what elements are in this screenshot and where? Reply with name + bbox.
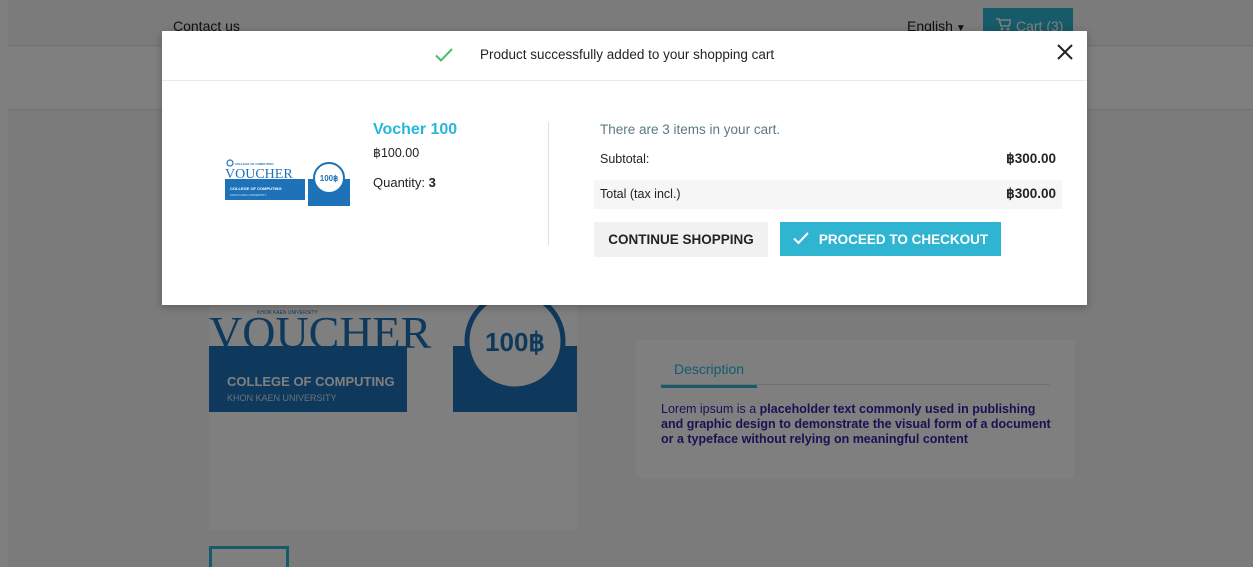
modal-voucher-caption: KHON KAEN UNIVERSITY	[230, 193, 267, 197]
quantity-label: Quantity:	[373, 175, 426, 190]
modal-product-image: COLLEGE OF COMPUTING VOUCHER COLLEGE OF …	[225, 159, 350, 207]
subtotal-row: Subtotal: ฿300.00	[594, 145, 1062, 172]
subtotal-label: Subtotal:	[600, 152, 650, 166]
quantity-value: 3	[428, 175, 436, 190]
modal-divider	[548, 122, 549, 245]
total-label: Total (tax incl.)	[600, 187, 681, 201]
total-value: ฿300.00	[1006, 186, 1056, 201]
modal-header: Product successfully added to your shopp…	[162, 31, 1087, 81]
modal-voucher-subtitle: COLLEGE OF COMPUTING	[230, 186, 282, 191]
proceed-to-checkout-button[interactable]: PROCEED TO CHECKOUT	[780, 222, 1001, 256]
cart-count-text: There are 3 items in your cart.	[600, 122, 781, 137]
continue-shopping-button[interactable]: CONTINUE SHOPPING	[594, 222, 768, 257]
modal-title: Product successfully added to your shopp…	[480, 47, 775, 62]
modal-voucher-value-badge: 100฿	[320, 174, 338, 183]
modal-voucher-artwork: COLLEGE OF COMPUTING VOUCHER COLLEGE OF …	[225, 159, 350, 207]
check-icon	[793, 231, 809, 248]
product-price: ฿100.00	[373, 146, 420, 160]
modal-voucher-college-mark: COLLEGE OF COMPUTING	[235, 162, 274, 166]
success-check-icon	[432, 43, 456, 67]
product-quantity: Quantity: 3	[373, 175, 436, 190]
checkout-label: PROCEED TO CHECKOUT	[818, 231, 989, 247]
add-to-cart-modal: Product successfully added to your shopp…	[162, 31, 1087, 305]
product-name: Vocher 100	[373, 121, 458, 138]
total-row: Total (tax incl.) ฿300.00	[594, 180, 1062, 209]
close-icon[interactable]	[1053, 40, 1077, 64]
subtotal-value: ฿300.00	[1006, 151, 1056, 166]
